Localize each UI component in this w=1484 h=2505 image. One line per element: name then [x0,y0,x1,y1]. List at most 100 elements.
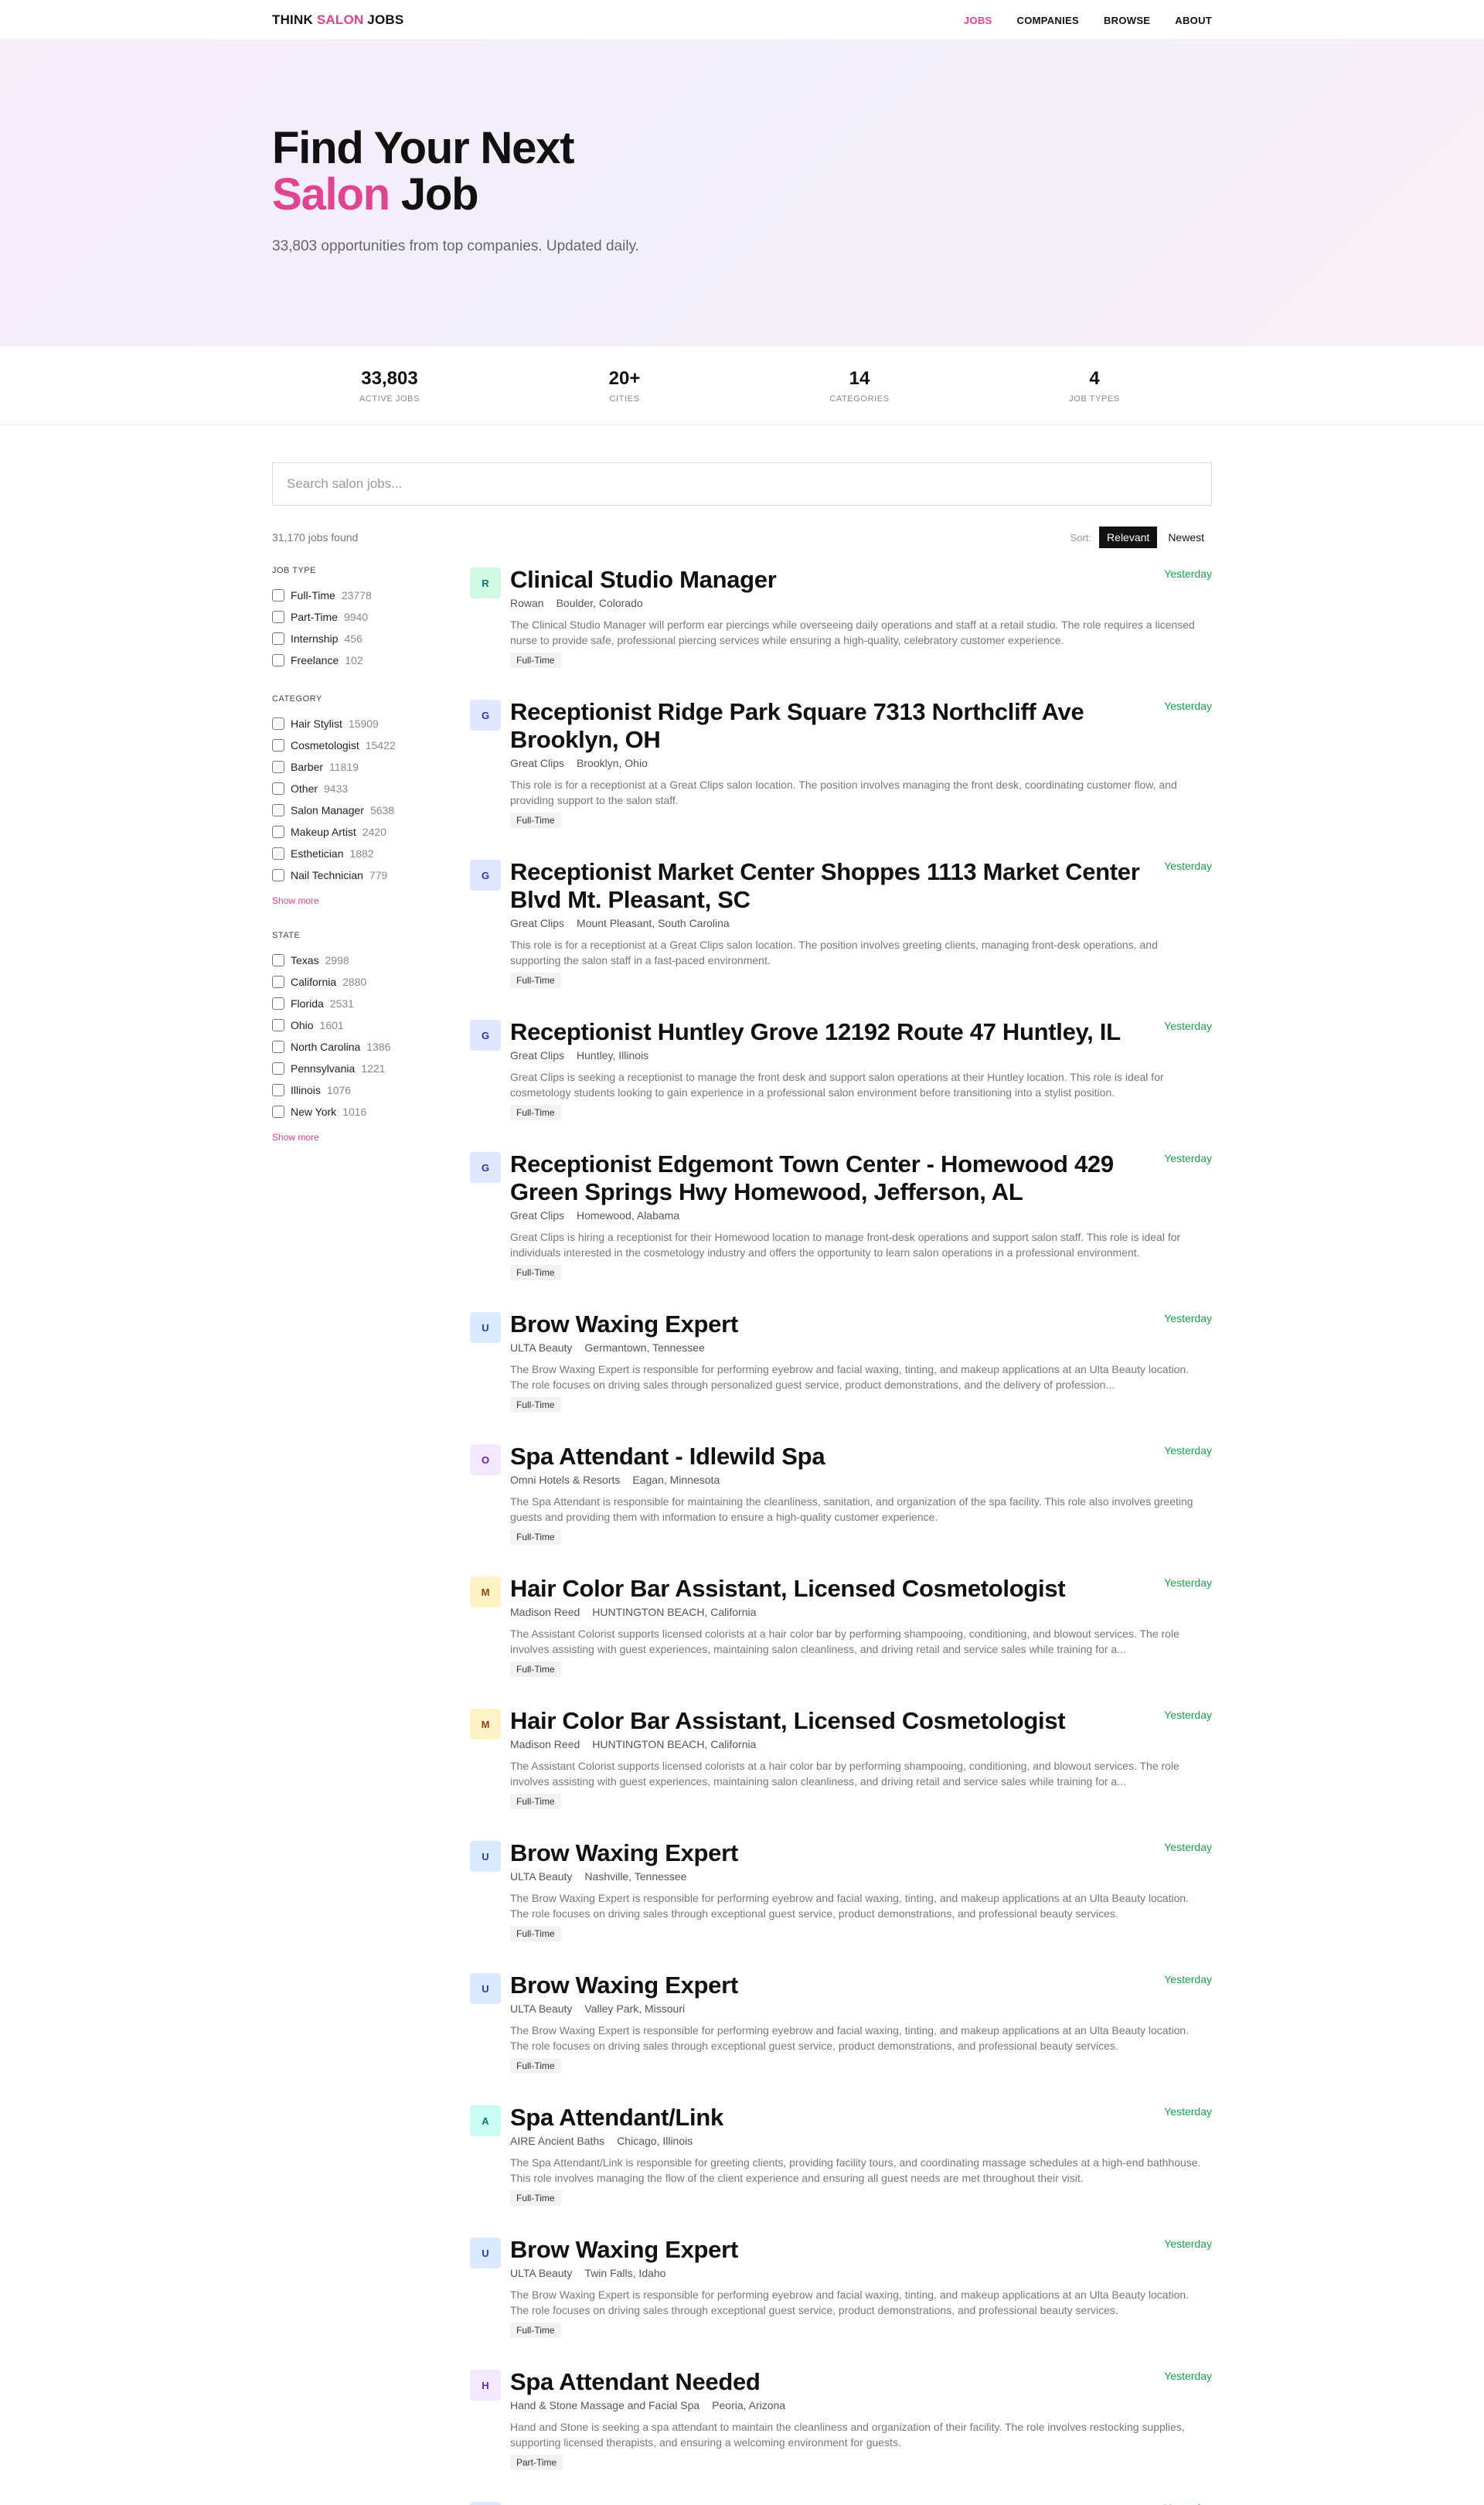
filter-checkbox[interactable] [272,654,284,666]
job-title-link[interactable]: Brow Waxing Expert [510,1972,738,1999]
job-title-link[interactable]: Brow Waxing Expert [510,2500,738,2505]
filter-option[interactable]: Part-Time 9940 [272,606,470,628]
job-card[interactable]: M Hair Color Bar Assistant, Licensed Cosm… [470,1575,1212,1677]
filter-checkbox[interactable] [272,1084,284,1096]
job-card[interactable]: G Receptionist Huntley Grove 12192 Route … [470,1018,1212,1120]
job-card[interactable]: M Hair Color Bar Assistant, Licensed Cosm… [470,1707,1212,1809]
filter-option-label: Barber [291,761,324,773]
nav-companies[interactable]: COMPANIES [1017,15,1079,26]
nav-about[interactable]: ABOUT [1175,15,1212,26]
job-posted-date: Yesterday [1164,1020,1212,1032]
filter-option[interactable]: Nail Technician 779 [272,864,470,886]
filter-checkbox[interactable] [272,761,284,773]
filter-checkbox[interactable] [272,1062,284,1075]
hero-title: Find Your Next Salon Job [272,125,1212,218]
nav-jobs[interactable]: JOBS [964,15,992,26]
job-title-link[interactable]: Brow Waxing Expert [510,2236,738,2264]
job-card[interactable]: UBrow Waxing ExpertYesterdayULTA Beauty [470,2500,1212,2505]
filter-checkbox[interactable] [272,869,284,881]
job-title-link[interactable]: Brow Waxing Expert [510,1839,738,1867]
job-meta: Hand & Stone Massage and Facial Spa Peori… [510,2399,1212,2411]
filter-checkbox[interactable] [272,847,284,860]
job-title-link[interactable]: Receptionist Market Center Shoppes 1113 … [510,858,1152,914]
sort-newest-button[interactable]: Newest [1160,527,1212,548]
site-logo[interactable]: THINK SALON JOBS [272,12,403,28]
job-title-link[interactable]: Receptionist Huntley Grove 12192 Route 4… [510,1018,1121,1046]
job-title-link[interactable]: Spa Attendant - Idlewild Spa [510,1443,825,1471]
filter-option[interactable]: Full-Time 23778 [272,584,470,606]
filter-checkbox[interactable] [272,739,284,752]
job-title-link[interactable]: Brow Waxing Expert [510,1310,738,1338]
job-card[interactable]: H Spa Attendant Needed Yesterday Hand & Sto… [470,2368,1212,2470]
filter-option[interactable]: New York 1016 [272,1101,470,1123]
job-card[interactable]: U Brow Waxing Expert Yesterday ULTA Beauty G… [470,1310,1212,1413]
filter-checkbox[interactable] [272,611,284,623]
filter-checkbox[interactable] [272,1106,284,1118]
show-more-categories-link[interactable]: Show more [272,895,319,906]
job-title-link[interactable]: Receptionist Ridge Park Square 7313 Nort… [510,698,1152,754]
job-card[interactable]: G Receptionist Edgemont Town Center - Hom… [470,1150,1212,1280]
filter-option[interactable]: California 2880 [272,971,470,993]
filter-option[interactable]: Pennsylvania 1221 [272,1058,470,1079]
show-more-states-link[interactable]: Show more [272,1132,319,1143]
filter-option-label: Florida [291,997,324,1010]
filter-option[interactable]: Florida 2531 [272,993,470,1014]
filter-option[interactable]: Texas 2998 [272,949,470,971]
job-title-link[interactable]: Spa Attendant Needed [510,2368,761,2396]
company-avatar: G [470,1152,501,1183]
filter-option[interactable]: Other 9433 [272,778,470,799]
filter-option[interactable]: Barber 11819 [272,756,470,778]
job-posted-date: Yesterday [1164,1152,1212,1164]
filter-option[interactable]: Salon Manager 5638 [272,799,470,821]
job-title-link[interactable]: Hair Color Bar Assistant, Licensed Cosme… [510,1707,1066,1735]
filter-option[interactable]: Freelance 102 [272,649,470,671]
filter-option[interactable]: Cosmetologist 15422 [272,734,470,756]
job-title-link[interactable]: Spa Attendant/Link [510,2104,723,2132]
job-title-link[interactable]: Clinical Studio Manager [510,566,777,594]
filter-checkbox[interactable] [272,589,284,602]
filter-option[interactable]: North Carolina 1386 [272,1036,470,1058]
filter-option[interactable]: Esthetician 1882 [272,843,470,864]
filter-option[interactable]: Hair Stylist 15909 [272,713,470,734]
sort-relevant-button[interactable]: Relevant [1099,527,1158,548]
job-card[interactable]: G Receptionist Ridge Park Square 7313 Nor… [470,698,1212,828]
filter-checkbox[interactable] [272,976,284,988]
job-title-link[interactable]: Receptionist Edgemont Town Center - Home… [510,1150,1152,1206]
filter-checkbox[interactable] [272,717,284,730]
company-initial: R [482,577,489,589]
filter-option-label: Hair Stylist [291,717,342,730]
job-card[interactable]: U Brow Waxing Expert Yesterday ULTA Beauty V… [470,1972,1212,2074]
filter-checkbox[interactable] [272,826,284,838]
filter-option-count: 1386 [366,1041,391,1053]
filter-checkbox[interactable] [272,954,284,966]
filter-checkbox[interactable] [272,1019,284,1031]
sort-controls: Sort: Relevant Newest [1070,527,1212,548]
filter-checkbox[interactable] [272,632,284,645]
filter-checkbox[interactable] [272,1041,284,1053]
search-input[interactable] [272,462,1212,506]
job-body: Brow Waxing Expert Yesterday ULTA Beauty Na… [510,1839,1212,1941]
filter-option[interactable]: Makeup Artist 2420 [272,821,470,843]
filter-option-count: 23778 [341,589,372,602]
job-card[interactable]: U Brow Waxing Expert Yesterday ULTA Beauty T… [470,2236,1212,2338]
job-card[interactable]: O Spa Attendant - Idlewild Spa Yesterday Om… [470,1443,1212,1545]
filter-option[interactable]: Ohio 1601 [272,1014,470,1036]
company-avatar: U [470,1312,501,1343]
filter-option-count: 2420 [362,826,386,838]
filter-checkbox[interactable] [272,997,284,1010]
filter-option[interactable]: Illinois 1076 [272,1079,470,1101]
filter-option[interactable]: Internship 456 [272,628,470,649]
job-card[interactable]: A Spa Attendant/Link Yesterday AIRE Ancient… [470,2104,1212,2206]
filter-checkbox[interactable] [272,782,284,795]
job-card[interactable]: U Brow Waxing Expert Yesterday ULTA Beauty N… [470,1839,1212,1941]
nav-browse[interactable]: BROWSE [1104,15,1150,26]
company-initial: U [482,1982,489,1995]
job-card[interactable]: R Clinical Studio Manager Yesterday Rowan Bo… [470,566,1212,668]
job-description: This role is for a receptionist at a Gre… [510,939,1158,966]
job-title-link[interactable]: Hair Color Bar Assistant, Licensed Cosme… [510,1575,1066,1603]
sort-label: Sort: [1070,531,1092,544]
filter-option-count: 456 [344,632,362,645]
filter-checkbox[interactable] [272,804,284,816]
job-card[interactable]: G Receptionist Market Center Shoppes 1113… [470,858,1212,988]
job-company: Madison Reed [510,1606,580,1618]
